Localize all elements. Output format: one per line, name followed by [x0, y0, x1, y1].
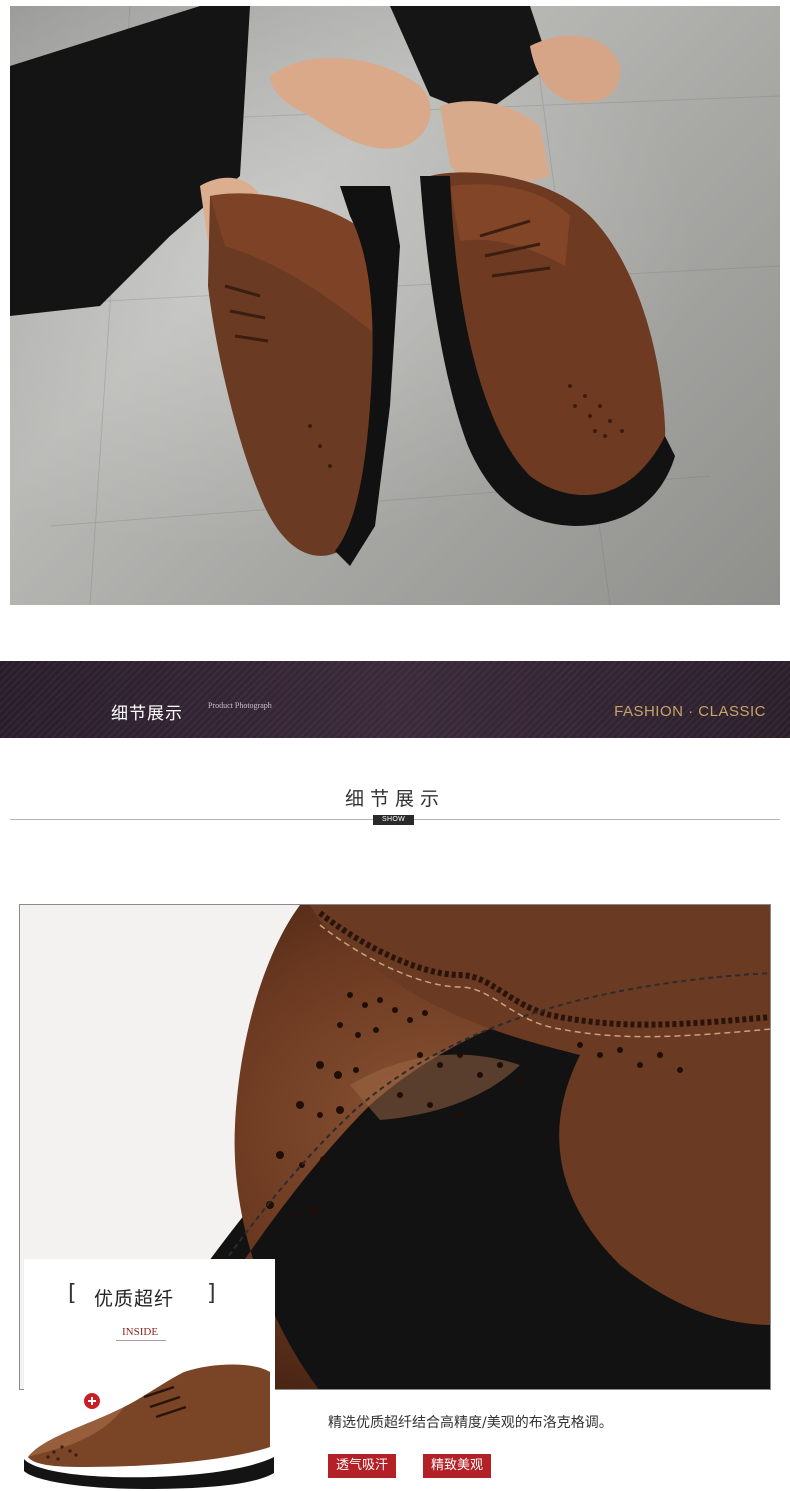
banner-title: 细节展示	[111, 704, 183, 724]
section-badge: SHOW	[373, 815, 414, 825]
shoe-thumbnail	[24, 1364, 274, 1489]
bracket-right: ]	[207, 1281, 216, 1306]
bracket-left: [	[68, 1281, 77, 1306]
banner-tagline: FASHION · CLASSIC	[614, 703, 766, 720]
label-underline	[116, 1340, 166, 1341]
section-title: 细节展示	[344, 788, 445, 810]
tag-breathable: 透气吸汗	[328, 1454, 397, 1478]
hero-photo	[10, 6, 780, 605]
brogue-shoes-photo	[10, 6, 780, 605]
tag-refined: 精致美观	[423, 1454, 492, 1478]
feature-label: INSIDE	[122, 1326, 159, 1338]
feature-card: [ 优质超纤 ] INSIDE	[24, 1259, 275, 1491]
banner-subtitle: Product Photograph	[208, 701, 272, 710]
feature-title: 优质超纤	[94, 1288, 175, 1310]
feature-description: 精选优质超纤结合高精度/美观的布洛克格调。	[328, 1415, 613, 1431]
section-banner: 细节展示 Product Photograph FASHION · CLASSI…	[0, 661, 790, 738]
